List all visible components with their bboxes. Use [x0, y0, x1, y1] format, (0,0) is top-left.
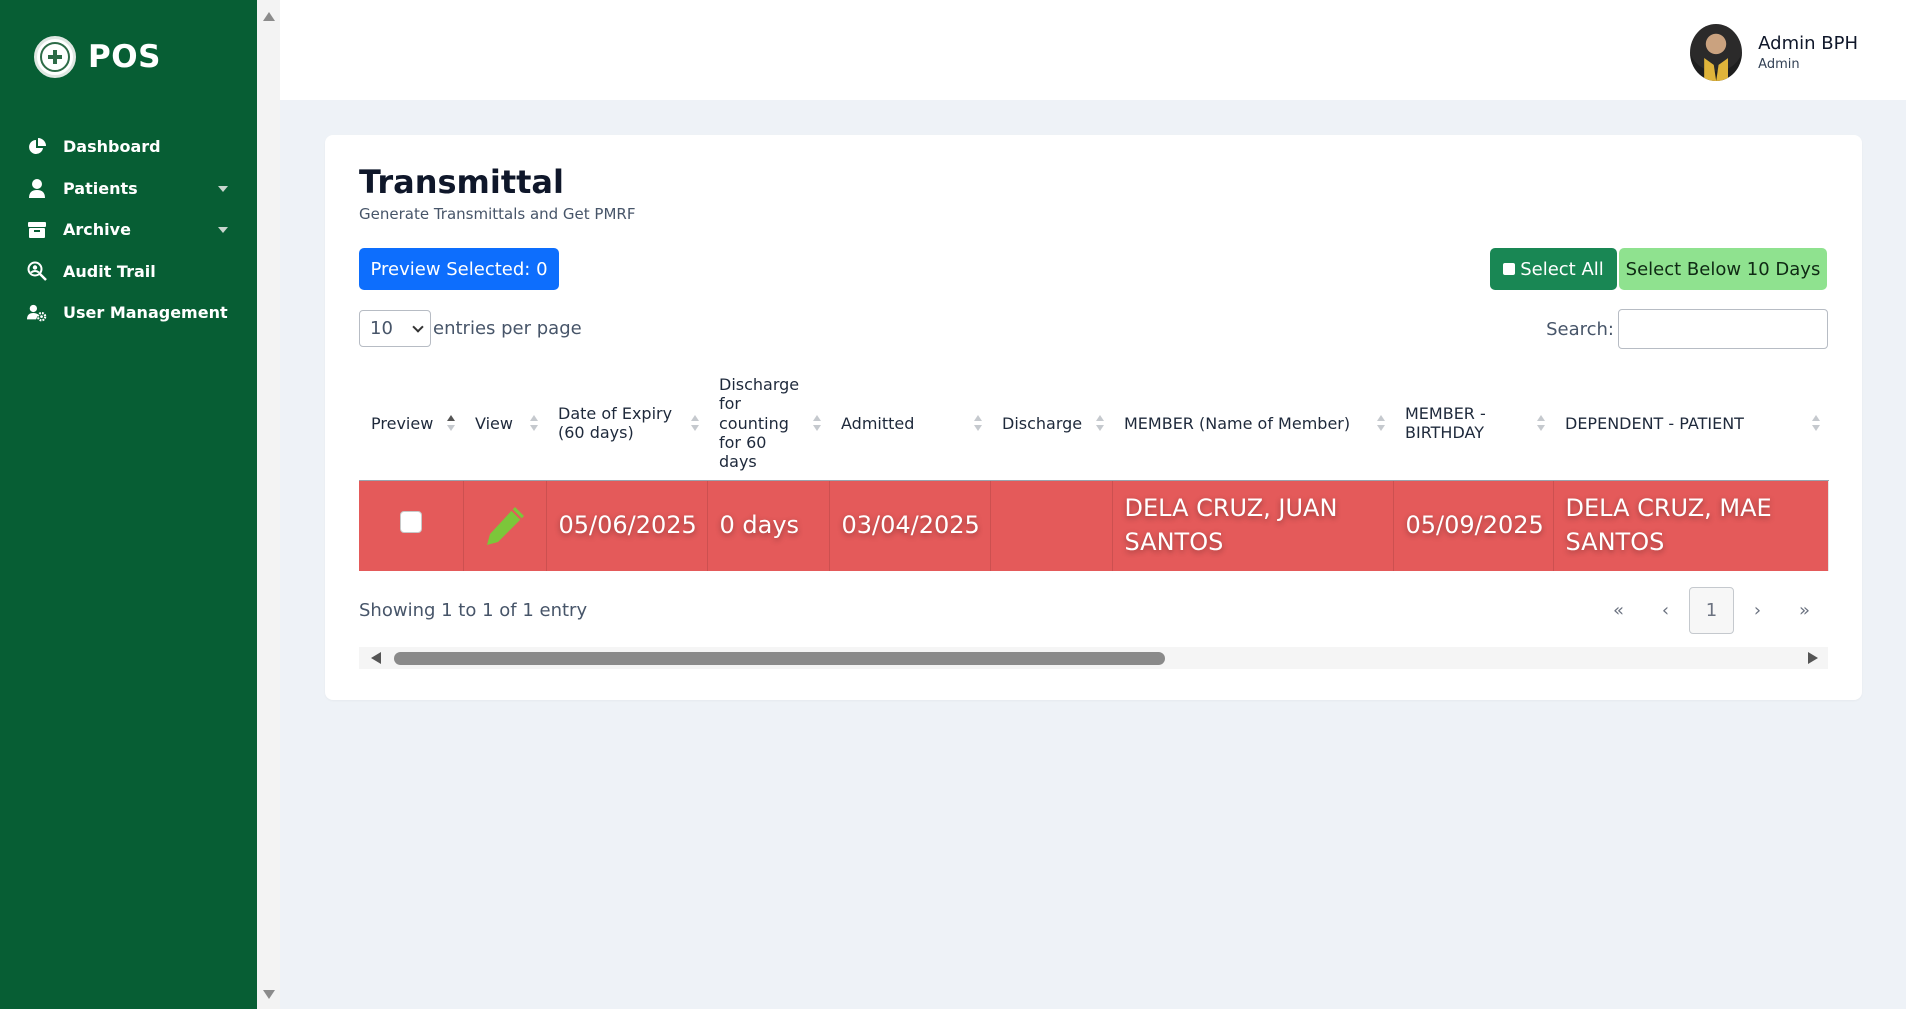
- row-checkbox[interactable]: [399, 510, 422, 533]
- member-name-cell: DELA CRUZ, JUAN SANTOS: [1112, 480, 1394, 571]
- sidebar-item-archive[interactable]: Archive: [0, 209, 257, 251]
- archive-box-icon: [27, 220, 47, 240]
- checkbox-icon: [1503, 263, 1516, 275]
- chevron-down-icon: [218, 185, 228, 192]
- column-header[interactable]: Date of Expiry (60 days): [546, 367, 707, 481]
- sidebar-item-audit-trail[interactable]: Audit Trail: [0, 251, 257, 293]
- select-below-10-days-button[interactable]: Select Below 10 Days: [1619, 248, 1827, 290]
- discharge-cell: [990, 480, 1113, 571]
- column-header[interactable]: View: [463, 367, 546, 481]
- column-header[interactable]: MEMBER - BIRTHDAY: [1393, 367, 1553, 481]
- preview-cell: [359, 480, 464, 571]
- sidebar-item-label: Patients: [63, 178, 138, 198]
- scroll-left-icon[interactable]: [371, 652, 381, 664]
- sort-icon: [530, 415, 538, 432]
- sidebar-nav: Dashboard Patients Archive Audit Trail U…: [0, 126, 257, 334]
- column-header[interactable]: Discharge for counting for 60 days: [707, 367, 829, 481]
- scroll-right-icon[interactable]: [1808, 652, 1818, 664]
- sort-icon: [1096, 415, 1104, 432]
- member-birthday-cell: 05/09/2025: [1393, 480, 1554, 571]
- sidebar-scrollbar[interactable]: [257, 0, 280, 1009]
- chevron-down-icon: [412, 320, 424, 333]
- sort-icon: [974, 415, 982, 432]
- brand-name: POS: [88, 39, 161, 75]
- sidebar-item-label: Dashboard: [63, 137, 161, 157]
- search-user-icon: [27, 261, 47, 282]
- sidebar-item-label: Archive: [63, 220, 131, 240]
- chart-pie-icon: [27, 137, 47, 157]
- column-header[interactable]: Admitted: [829, 367, 990, 481]
- search-label: Search:: [1546, 318, 1614, 340]
- entries-value: 10: [370, 318, 393, 339]
- table-row: 05/06/2025 0 days 03/04/2025 DELA CRUZ, …: [359, 480, 1829, 571]
- column-header[interactable]: DEPENDENT - PATIENT: [1553, 367, 1828, 481]
- first-page-button[interactable]: «: [1595, 587, 1642, 634]
- chevron-down-icon: [218, 227, 228, 233]
- user-role: Admin: [1758, 57, 1800, 72]
- sidebar-item-user-management[interactable]: User Management: [0, 292, 257, 334]
- sort-icon: [1537, 415, 1545, 432]
- avatar[interactable]: [1690, 24, 1743, 81]
- table-scrollbar[interactable]: [359, 647, 1828, 669]
- sort-icon: [447, 415, 455, 432]
- sidebar-item-patients[interactable]: Patients: [0, 168, 257, 210]
- entries-per-page: 10 entries per page: [359, 310, 582, 347]
- sidebar-item-dashboard[interactable]: Dashboard: [0, 126, 257, 168]
- sidebar-item-label: Audit Trail: [63, 261, 156, 281]
- sort-icon: [1377, 415, 1385, 432]
- page-button-current[interactable]: 1: [1689, 587, 1734, 634]
- brand[interactable]: POS: [34, 36, 161, 78]
- showing-info: Showing 1 to 1 of 1 entry: [359, 600, 588, 621]
- discharge-counting-cell: 0 days: [707, 480, 830, 571]
- next-page-button[interactable]: ›: [1734, 587, 1781, 634]
- user-icon: [27, 178, 47, 199]
- entries-select[interactable]: 10: [359, 310, 431, 347]
- user-menu[interactable]: Admin BPH Admin: [1690, 24, 1858, 81]
- page-subtitle: Generate Transmittals and Get PMRF: [359, 205, 636, 223]
- prev-page-button[interactable]: ‹: [1642, 587, 1689, 634]
- select-all-label: Select All: [1520, 258, 1604, 280]
- view-cell: [463, 480, 547, 571]
- sidebar: POS Dashboard Patients Archive Audit Tra…: [0, 0, 257, 1009]
- transmittal-card: Transmittal Generate Transmittals and Ge…: [325, 135, 1862, 700]
- users-gear-icon: [27, 303, 47, 323]
- last-page-button[interactable]: »: [1781, 587, 1828, 634]
- column-header[interactable]: MEMBER (Name of Member): [1112, 367, 1393, 481]
- sidebar-item-label: User Management: [63, 303, 228, 323]
- table-header-row: Preview View Date of Expiry (60 days) Di…: [359, 367, 1828, 481]
- search: Search:: [1546, 309, 1828, 349]
- column-header[interactable]: Preview: [359, 367, 463, 481]
- search-input[interactable]: [1618, 309, 1828, 349]
- date-of-expiry-cell: 05/06/2025: [546, 480, 708, 571]
- entries-label: entries per page: [433, 318, 582, 339]
- sort-icon: [691, 415, 699, 432]
- pencil-icon[interactable]: [484, 505, 526, 547]
- user-name: Admin BPH: [1758, 33, 1858, 54]
- column-header[interactable]: Discharge: [990, 367, 1112, 481]
- scroll-thumb[interactable]: [394, 652, 1165, 665]
- preview-selected-button[interactable]: Preview Selected: 0: [359, 248, 559, 290]
- select-all-button[interactable]: Select All: [1490, 248, 1617, 290]
- transmittal-table: Preview View Date of Expiry (60 days) Di…: [359, 367, 1829, 571]
- logo-icon: [34, 36, 76, 78]
- page-title: Transmittal: [359, 163, 564, 201]
- sort-icon: [813, 415, 821, 432]
- scroll-up-icon[interactable]: [263, 12, 275, 21]
- top-bar: Admin BPH Admin: [280, 0, 1906, 100]
- scroll-down-icon[interactable]: [263, 990, 275, 999]
- dependent-patient-cell: DELA CRUZ, MAE SANTOS: [1553, 480, 1829, 571]
- sort-icon: [1812, 415, 1820, 432]
- admitted-cell: 03/04/2025: [829, 480, 991, 571]
- pagination: « ‹ 1 › »: [1595, 587, 1828, 634]
